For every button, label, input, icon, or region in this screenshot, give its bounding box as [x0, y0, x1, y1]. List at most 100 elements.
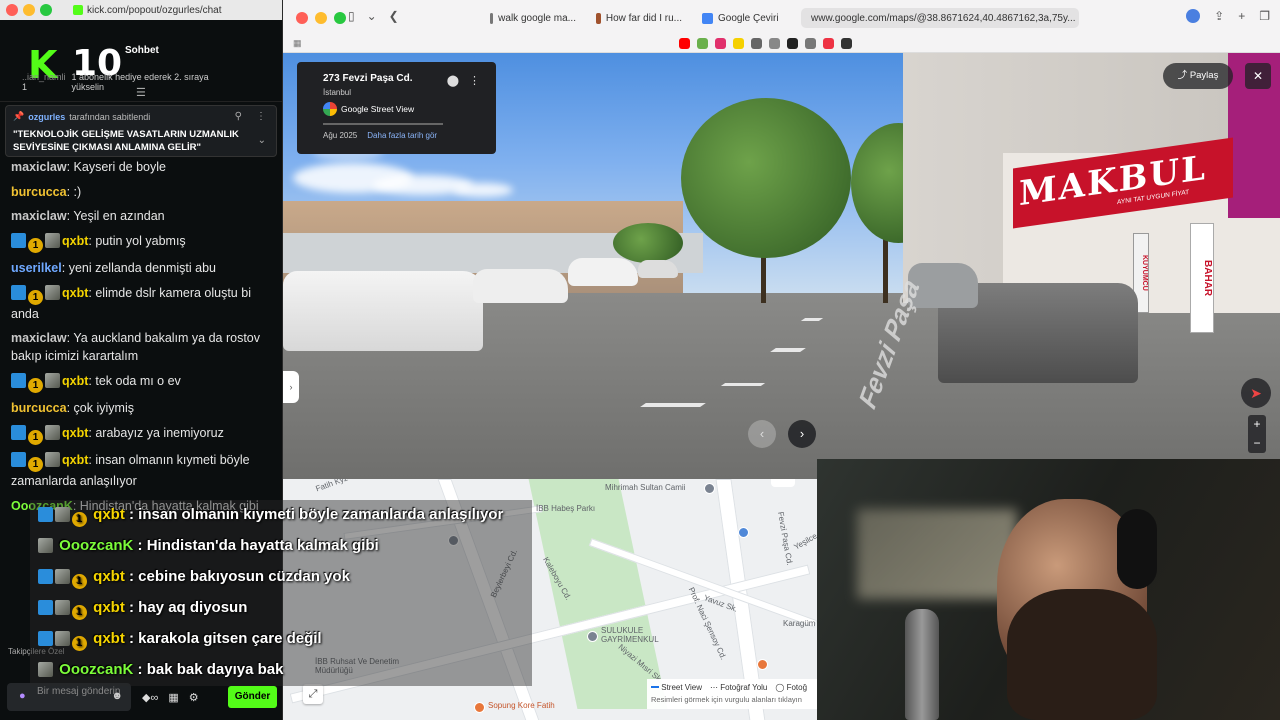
chat-username[interactable]: qxbt: [62, 453, 88, 467]
pinned-message[interactable]: 📌 ozgurles tarafından sabitlendi "TEKNOL…: [5, 105, 277, 157]
tab-overview-icon[interactable]: ❐: [1259, 9, 1270, 23]
overlay-message: 1 qxbt : cebine bakıyosun cüzdan yok: [30, 562, 532, 593]
minimize-window-button[interactable]: [23, 4, 35, 16]
tool-badge-icon: [11, 372, 26, 388]
mosque-pin-icon[interactable]: [704, 483, 715, 494]
tab-google-ceviri[interactable]: Google Çeviri: [697, 8, 793, 28]
restaurant-pin-icon[interactable]: [757, 659, 768, 670]
chevron-down-icon[interactable]: ⌄: [367, 9, 377, 23]
close-street-view-button[interactable]: ✕: [1245, 63, 1271, 89]
chat-username[interactable]: userilkel: [11, 261, 62, 275]
legend-photo-path: ⋯ Fotoğraf Yolu: [710, 683, 768, 692]
favorite-site-icon[interactable]: [787, 38, 798, 49]
profile-avatar[interactable]: [1186, 9, 1201, 23]
gear-icon[interactable]: ⚙: [189, 691, 199, 704]
see-more-dates-link[interactable]: Daha fazla tarih gör: [367, 131, 437, 140]
favorite-site-icon[interactable]: [697, 38, 708, 49]
chat-username[interactable]: maxiclaw: [11, 331, 67, 345]
browser-minimize-button[interactable]: [315, 12, 327, 24]
chat-username[interactable]: maxiclaw: [11, 160, 67, 174]
chat-username[interactable]: maxiclaw: [11, 209, 67, 223]
overlay-message: 1 qxbt : hay aq diyosun: [30, 593, 532, 624]
favorite-site-icon[interactable]: [751, 38, 762, 49]
address-bar[interactable]: www.google.com/maps/@38.8671624,40.48671…: [811, 13, 1076, 24]
divider: [323, 123, 443, 125]
compass-icon[interactable]: ➤: [1241, 378, 1271, 408]
emoji-icon[interactable]: ☻: [111, 691, 123, 702]
overlay-text: : insan olmanın kıymeti böyle zamanlarda…: [129, 506, 504, 523]
background-monitor: [857, 509, 1017, 599]
tool-badge-icon: [38, 600, 53, 615]
share-icon[interactable]: ⇪: [1214, 9, 1224, 23]
chat-text: Kayseri de boyle: [73, 160, 166, 174]
zoom-in-button[interactable]: +: [1248, 415, 1266, 434]
favorite-site-icon[interactable]: [733, 38, 744, 49]
browser-close-button[interactable]: [296, 12, 308, 24]
favorite-site-icon[interactable]: [715, 38, 726, 49]
restaurant-pin-icon[interactable]: [474, 702, 485, 713]
back-icon[interactable]: ❮: [389, 9, 399, 23]
close-window-button[interactable]: [6, 4, 18, 16]
zoom-out-button[interactable]: −: [1248, 434, 1266, 453]
gift-leaderboard[interactable]: ..ian_namli 1 1 abonelik hediye ederek 2…: [22, 72, 222, 92]
send-button[interactable]: Gönder: [228, 686, 277, 708]
tab-google-maps-active[interactable]: www.google.com/maps/@38.8671624,40.48671…: [801, 8, 1079, 28]
favorite-site-icon[interactable]: [679, 38, 690, 49]
tab-walk-google-maps[interactable]: walk google ma...: [485, 8, 581, 28]
chat-username[interactable]: burcucca: [11, 185, 67, 199]
chat-username[interactable]: burcucca: [11, 401, 67, 415]
bahar-sign: BAHAR: [1190, 223, 1214, 333]
chat-username[interactable]: qxbt: [62, 426, 88, 440]
previous-arrow-button[interactable]: ‹: [748, 420, 776, 448]
location-pin-icon[interactable]: ⬤: [447, 74, 459, 87]
parked-car: [638, 260, 678, 278]
sub-badge-icon: 1: [28, 457, 43, 472]
streamer-beard: [1007, 589, 1157, 720]
next-arrow-button[interactable]: ›: [788, 420, 816, 448]
chat-username[interactable]: qxbt: [62, 374, 88, 388]
more-options-icon[interactable]: ⋮: [469, 74, 480, 87]
browser-maximize-button[interactable]: [334, 12, 346, 24]
chat-message: maxiclaw: Yeşil en azından: [11, 209, 165, 223]
pinned-by-suffix: tarafından sabitlendi: [69, 111, 151, 122]
new-tab-icon[interactable]: +: [1238, 9, 1245, 23]
favorite-site-icon[interactable]: [769, 38, 780, 49]
unpin-icon[interactable]: ⚲: [235, 111, 242, 122]
chat-input-placeholder: Bir mesaj gönderin: [37, 686, 121, 697]
points-icon[interactable]: ◆∞: [142, 691, 158, 704]
business-pin-icon[interactable]: [587, 631, 598, 642]
map-drag-handle[interactable]: [771, 479, 795, 487]
sidebar-toggle-icon[interactable]: ▯: [348, 9, 355, 23]
grid-icon[interactable]: ▦: [293, 38, 302, 49]
zoom-control[interactable]: + −: [1248, 415, 1266, 453]
street-view[interactable]: MAKBUL AYNI TAT UYGUN FİYAT KUYUMCU BAHA…: [283, 53, 1280, 479]
sub-badge-icon: 1: [72, 605, 87, 620]
collapse-pinned-icon[interactable]: ☰: [136, 86, 146, 99]
emote-badge-icon: [55, 507, 70, 522]
legend-photo: ◯ Fotoğ: [775, 683, 808, 692]
favorite-site-icon[interactable]: [805, 38, 816, 49]
store-icon[interactable]: ▦: [168, 691, 178, 704]
place-pin-icon[interactable]: [738, 527, 749, 538]
chat-text: çok iyiymiş: [73, 401, 134, 415]
more-options-icon[interactable]: ⋮: [256, 111, 266, 122]
pin-icon: 📌: [13, 111, 25, 121]
favorite-site-icon[interactable]: [823, 38, 834, 49]
expand-map-icon[interactable]: ⤢: [303, 684, 323, 704]
capture-date-row: Ağu 2025 Daha fazla tarih gör: [323, 131, 437, 140]
chat-titlebar: kick.com/popout/ozgurles/chat: [0, 0, 282, 20]
favorite-site-icon[interactable]: [841, 38, 852, 49]
chat-username[interactable]: qxbt: [62, 286, 88, 300]
tool-badge-icon: [11, 424, 26, 440]
share-icon: ⤴: [1177, 70, 1190, 81]
chat-username[interactable]: qxbt: [62, 234, 88, 248]
overlay-username: OoozcanK: [59, 661, 134, 678]
tab-how-far[interactable]: How far did I ru...: [591, 8, 687, 28]
map-label: Karagüm: [783, 619, 816, 628]
expand-side-panel-button[interactable]: ›: [283, 371, 299, 403]
chevron-down-icon[interactable]: ⌄: [258, 135, 266, 146]
google-logo-icon: [323, 102, 337, 116]
chat-input[interactable]: ● Bir mesaj gönderin ☻: [7, 683, 131, 711]
maximize-window-button[interactable]: [40, 4, 52, 16]
share-button[interactable]: ⤴ Paylaş: [1163, 63, 1233, 89]
